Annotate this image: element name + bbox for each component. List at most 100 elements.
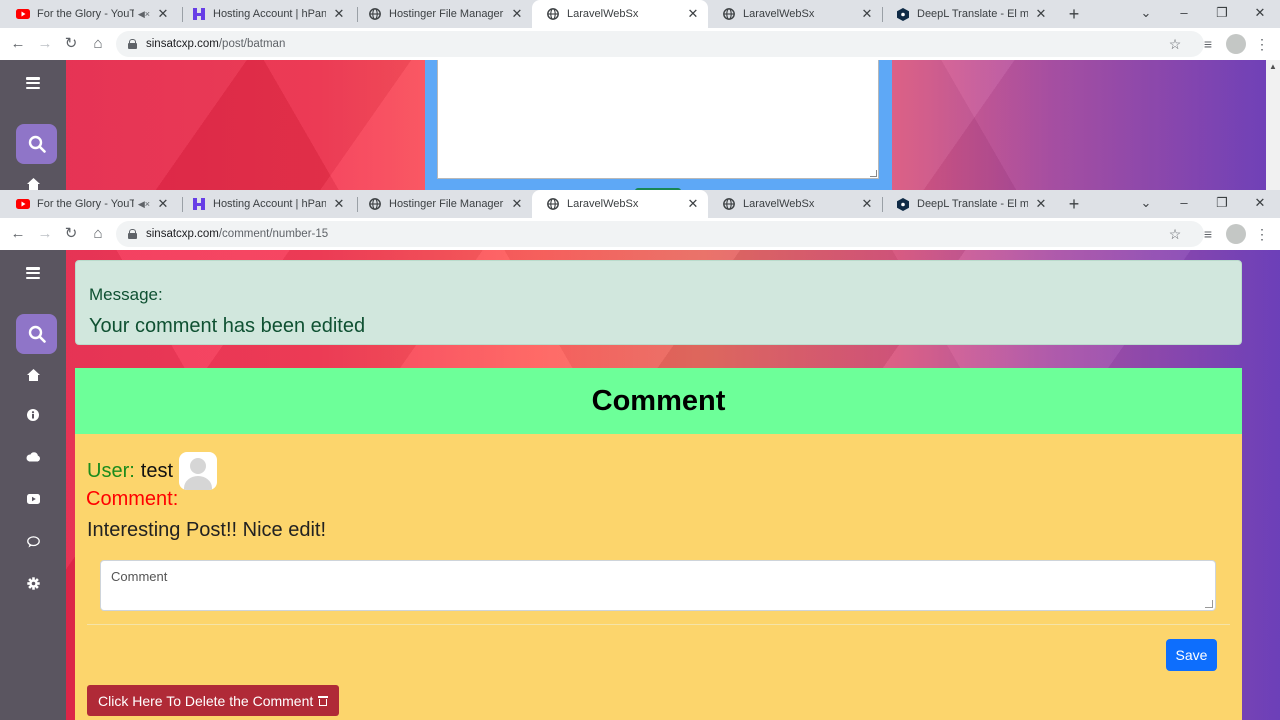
bookmark-star-icon[interactable]: ☆ [1165,34,1185,54]
tab-search-icon[interactable]: ⌄ [1127,190,1165,218]
comment-textarea[interactable]: Comment [100,560,1216,611]
bookmark-star-icon[interactable]: ☆ [1165,224,1185,244]
reload-icon[interactable]: ↻ [61,224,81,244]
page-viewport-top: ▲ [0,60,1280,190]
close-tab-icon[interactable]: ✕ [1034,6,1048,22]
tab-youtube[interactable]: For the Glory - YouTube ◀× ✕ [2,190,178,218]
muted-speaker-icon[interactable]: ◀× [138,199,150,210]
menu-kebab-icon[interactable]: ⋮ [1252,34,1272,54]
gear-icon[interactable] [0,577,66,590]
tab-hpanel[interactable]: Hosting Account | hPanel ✕ [178,190,354,218]
home-icon[interactable] [0,369,66,381]
minimize-icon[interactable]: – [1165,0,1203,28]
tab-title: DeepL Translate - El mejor t [917,8,1028,20]
tab-laravelwebsx[interactable]: LaravelWebSx ✕ [708,190,882,218]
minimize-icon[interactable]: – [1165,190,1203,218]
forward-icon[interactable]: → [35,34,55,54]
search-button[interactable] [16,314,57,354]
url-host: sinsatcxp.com [146,38,219,50]
new-tab-icon[interactable]: + [1064,194,1084,214]
close-tab-icon[interactable]: ✕ [156,196,170,212]
close-tab-icon[interactable]: ✕ [1034,196,1048,212]
close-window-icon[interactable]: ✕ [1241,190,1279,218]
cloud-icon[interactable] [0,452,66,462]
globe-icon [368,7,382,21]
search-icon [28,135,46,153]
address-toolbar: ← → ↻ ⌂ sinsatcxp.com/comment/number-15 … [0,218,1280,250]
deepl-icon [896,7,910,21]
menu-icon[interactable] [0,267,66,279]
search-icon [28,325,46,343]
tab-youtube[interactable]: For the Glory - YouTube ◀× ✕ [2,0,178,28]
tab-title: For the Glory - YouTube [37,8,134,20]
tab-laravelwebsx-active[interactable]: LaravelWebSx ✕ [532,190,708,218]
reload-icon[interactable]: ↻ [61,34,81,54]
sidebar-top [0,60,66,190]
tab-laravelwebsx[interactable]: LaravelWebSx ✕ [708,0,882,28]
delete-comment-button[interactable]: Click Here To Delete the Comment [87,685,340,716]
new-tab-icon[interactable]: + [1064,4,1084,24]
close-tab-icon[interactable]: ✕ [156,6,170,22]
tab-deepl[interactable]: DeepL Translate - El mejor t ✕ [882,190,1056,218]
scrollbar[interactable]: ▲ [1266,60,1280,190]
post-textarea[interactable] [437,60,879,179]
url-path: /post/batman [218,38,286,50]
profile-icon[interactable] [1226,224,1246,244]
resize-handle-icon[interactable] [1205,600,1213,608]
forward-icon[interactable]: → [35,224,55,244]
resize-handle-icon[interactable] [870,170,877,177]
close-tab-icon[interactable]: ✕ [332,6,346,22]
url-path: /comment/number-15 [218,228,329,240]
youtube-icon[interactable] [0,494,66,504]
menu-icon[interactable] [0,77,66,89]
card-title: Comment [75,368,1242,434]
profile-icon[interactable] [1226,34,1246,54]
media-control-icon[interactable]: ≡ [1198,224,1218,244]
address-bar[interactable]: sinsatcxp.com/comment/number-15 [116,221,1204,247]
browser-chrome-second: For the Glory - YouTube ◀× ✕ Hosting Acc… [0,190,1280,250]
tab-file-manager[interactable]: Hostinger File Manager ✕ [354,0,532,28]
tab-title: LaravelWebSx [743,8,815,20]
restore-icon[interactable]: ❐ [1203,190,1241,218]
restore-icon[interactable]: ❐ [1203,0,1241,28]
divider [87,624,1230,625]
tab-hpanel[interactable]: Hosting Account | hPanel ✕ [178,0,354,28]
home-icon[interactable] [0,178,66,190]
search-button[interactable] [16,124,57,164]
media-control-icon[interactable]: ≡ [1198,34,1218,54]
back-icon[interactable]: ← [8,34,28,54]
close-tab-icon[interactable]: ✕ [510,6,524,22]
close-tab-icon[interactable]: ✕ [686,196,700,212]
close-tab-icon[interactable]: ✕ [686,6,700,22]
back-icon[interactable]: ← [8,224,28,244]
tab-title: Hosting Account | hPanel [213,8,326,20]
deepl-icon [896,197,910,211]
close-tab-icon[interactable]: ✕ [860,196,874,212]
close-tab-icon[interactable]: ✕ [332,196,346,212]
chat-icon[interactable] [0,536,66,548]
close-tab-icon[interactable]: ✕ [860,6,874,22]
save-button[interactable]: Save [1166,639,1217,671]
muted-speaker-icon[interactable]: ◀× [138,9,150,20]
address-bar[interactable]: sinsatcxp.com/post/batman [116,31,1204,57]
home-icon[interactable]: ⌂ [88,34,108,54]
close-window-icon[interactable]: ✕ [1241,0,1279,28]
browser-chrome-top: For the Glory - YouTube ◀× ✕ Hosting Acc… [0,0,1280,60]
avatar [179,452,218,490]
close-tab-icon[interactable]: ✕ [510,196,524,212]
globe-icon [722,7,736,21]
home-icon[interactable]: ⌂ [88,224,108,244]
hostinger-icon [192,197,206,211]
tab-search-icon[interactable]: ⌄ [1127,0,1165,28]
comment-label: Comment: [86,488,179,510]
tab-file-manager[interactable]: Hostinger File Manager ✕ [354,190,532,218]
tab-deepl[interactable]: DeepL Translate - El mejor t ✕ [882,0,1056,28]
tab-laravelwebsx-active[interactable]: LaravelWebSx ✕ [532,0,708,28]
tab-title: LaravelWebSx [567,198,639,210]
user-label: User: [87,459,135,482]
url-host: sinsatcxp.com [146,228,219,240]
menu-kebab-icon[interactable]: ⋮ [1252,224,1272,244]
globe-icon [546,7,560,21]
scroll-up-icon[interactable]: ▲ [1266,60,1280,74]
info-icon[interactable] [0,409,66,421]
